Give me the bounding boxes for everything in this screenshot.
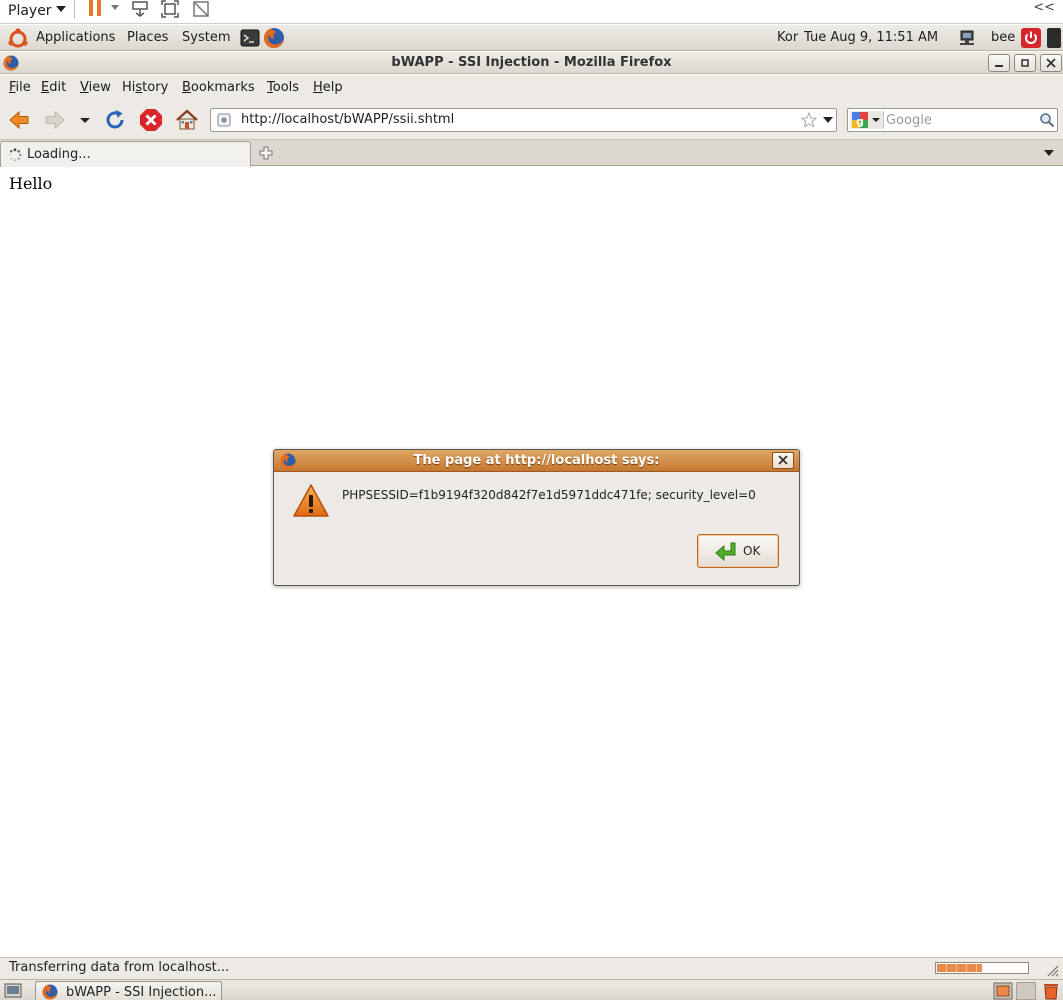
firefox-icon[interactable] — [263, 27, 285, 49]
home-icon[interactable] — [175, 108, 199, 132]
window-titlebar[interactable]: bWAPP - SSI Injection - Mozilla Firefox — [0, 52, 1063, 74]
status-bar: Transferring data from localhost... — [0, 957, 1063, 979]
tab-label: Loading... — [27, 147, 91, 162]
vm-player-toolbar: Player << — [0, 0, 1063, 24]
workspace-switcher-icon[interactable] — [993, 982, 1013, 1000]
keyboard-layout-indicator[interactable]: Kor — [777, 30, 798, 45]
panel-clock[interactable]: Tue Aug 9, 11:51 AM — [804, 30, 938, 45]
applications-menu[interactable]: Applications — [36, 30, 115, 45]
navigation-toolbar: http://localhost/bWAPP/ssii.shtml g — [0, 100, 1063, 140]
loading-spinner-icon — [8, 148, 22, 162]
url-bar[interactable]: http://localhost/bWAPP/ssii.shtml — [210, 108, 837, 132]
page-text: Hello — [9, 174, 53, 193]
menubar: File Edit View History Bookmarks Tools H… — [0, 75, 1063, 100]
send-keys-icon[interactable] — [131, 0, 149, 18]
panel-edge-handle — [1047, 28, 1061, 48]
back-arrow-icon[interactable] — [7, 108, 31, 132]
close-icon — [778, 455, 788, 465]
menu-file[interactable]: File — [9, 80, 31, 95]
menu-edit[interactable]: Edit — [41, 80, 66, 95]
window-title: bWAPP - SSI Injection - Mozilla Firefox — [391, 55, 672, 70]
places-menu[interactable]: Places — [127, 30, 168, 45]
chevron-down-icon[interactable] — [823, 116, 833, 124]
tab-bar: Loading... — [0, 140, 1063, 167]
power-icon[interactable] — [1020, 27, 1042, 49]
search-input[interactable] — [886, 111, 1034, 129]
collapse-toolbar-button[interactable]: << — [1033, 0, 1055, 15]
terminal-icon[interactable] — [240, 29, 260, 47]
minimize-icon — [995, 65, 1003, 67]
toolbar-separator — [74, 0, 75, 18]
show-desktop-icon[interactable] — [3, 982, 23, 1000]
magnifier-icon[interactable] — [1039, 112, 1055, 128]
trash-icon[interactable] — [1041, 982, 1061, 1000]
close-icon — [1046, 58, 1056, 68]
resize-grip-icon[interactable] — [1043, 961, 1059, 977]
system-menu[interactable]: System — [182, 30, 230, 45]
fit-guest-icon[interactable] — [161, 0, 179, 18]
svg-text:g: g — [856, 115, 864, 128]
url-text[interactable]: http://localhost/bWAPP/ssii.shtml — [241, 112, 454, 127]
ok-button-label: OK — [743, 544, 761, 558]
menu-bookmarks[interactable]: Bookmarks — [182, 80, 255, 95]
status-progress-fill — [937, 964, 982, 972]
tab-active[interactable]: Loading... — [0, 141, 251, 167]
alert-message: PHPSESSID=f1b9194f320d842f7e1d5971ddc471… — [342, 488, 756, 502]
history-dropdown-icon[interactable] — [75, 108, 95, 132]
maximize-button[interactable] — [1014, 54, 1036, 72]
ok-arrow-icon — [715, 542, 736, 562]
vm-player-menu[interactable]: Player — [8, 3, 52, 19]
workspace-2-button[interactable] — [1016, 982, 1036, 1000]
network-icon[interactable] — [958, 30, 976, 46]
reload-icon[interactable] — [103, 108, 127, 132]
maximize-icon — [1021, 59, 1029, 67]
chevron-down-icon[interactable] — [1043, 149, 1055, 157]
pause-icon[interactable] — [88, 0, 102, 16]
firefox-icon — [42, 984, 58, 1000]
new-tab-icon[interactable] — [258, 145, 274, 161]
alert-title: The page at http://localhost says: — [413, 453, 660, 468]
stop-icon[interactable] — [139, 108, 163, 132]
menu-view[interactable]: View — [80, 80, 111, 95]
menu-history[interactable]: History — [122, 80, 168, 95]
google-icon: g — [852, 112, 880, 128]
close-window-button[interactable] — [1040, 54, 1062, 72]
menu-tools[interactable]: Tools — [267, 80, 299, 95]
bottom-taskbar: bWAPP - SSI Injection... — [0, 979, 1063, 1000]
alert-titlebar[interactable]: The page at http://localhost says: — [274, 450, 799, 472]
taskbar-window-label: bWAPP - SSI Injection... — [66, 985, 217, 1000]
gnome-top-panel: Applications Places System Kor Tue Aug 9… — [0, 25, 1063, 51]
warning-icon — [293, 484, 329, 517]
chevron-down-icon[interactable] — [110, 2, 120, 12]
search-engine-selector[interactable]: g — [850, 111, 884, 129]
taskbar-window-button[interactable]: bWAPP - SSI Injection... — [35, 981, 222, 1000]
forward-arrow-icon[interactable] — [43, 108, 67, 132]
minimize-button[interactable] — [988, 54, 1010, 72]
search-bar[interactable]: g — [847, 108, 1058, 132]
menu-help[interactable]: Help — [313, 80, 343, 95]
ok-button[interactable]: OK — [697, 534, 779, 568]
unity-mode-icon[interactable] — [192, 0, 210, 18]
user-menu[interactable]: bee — [991, 30, 1015, 45]
status-progress-bar — [935, 962, 1029, 974]
chevron-down-icon[interactable] — [55, 2, 67, 16]
status-text: Transferring data from localhost... — [9, 960, 230, 975]
alert-close-button[interactable] — [772, 452, 794, 469]
ubuntu-logo-icon[interactable] — [7, 28, 29, 50]
page-icon — [217, 113, 231, 127]
star-icon[interactable] — [801, 112, 817, 128]
alert-dialog: The page at http://localhost says: PHPSE… — [273, 449, 800, 586]
